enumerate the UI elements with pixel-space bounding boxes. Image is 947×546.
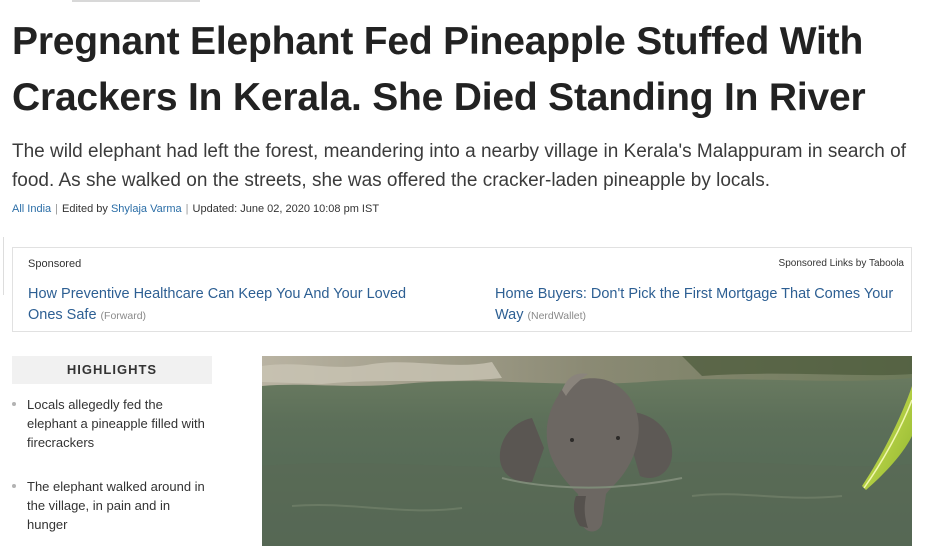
meta-separator: |: [55, 203, 58, 215]
article-photo[interactable]: [262, 356, 912, 546]
highlight-item: The elephant walked around in the villag…: [12, 477, 212, 534]
share-rail-edge: [0, 237, 4, 295]
highlight-text: The elephant walked around in the villag…: [27, 479, 205, 532]
highlight-text: Locals allegedly fed the elephant a pine…: [27, 397, 205, 450]
article-summary: The wild elephant had left the forest, m…: [12, 141, 906, 191]
elephant-in-river-image: [262, 356, 912, 546]
edited-by-label: Edited by: [62, 203, 108, 215]
editor-link[interactable]: Shylaja Varma: [111, 203, 182, 215]
highlight-item: Locals allegedly fed the elephant a pine…: [12, 395, 212, 452]
sponsored-link-title: How Preventive Healthcare Can Keep You A…: [28, 286, 407, 323]
sponsored-link[interactable]: How Preventive Healthcare Can Keep You A…: [28, 284, 438, 327]
meta-separator: |: [185, 203, 189, 215]
taboola-attribution[interactable]: Sponsored Links by Taboola: [779, 258, 904, 269]
article-meta: All India | Edited by Shylaja Varma | Update…: [12, 203, 379, 215]
bullet-icon: [12, 402, 16, 406]
section-link[interactable]: All India: [12, 203, 51, 215]
sponsored-label: Sponsored: [28, 258, 82, 270]
sponsored-link[interactable]: Home Buyers: Don't Pick the First Mortga…: [495, 284, 905, 327]
highlights-panel: HIGHLIGHTS Locals allegedly fed the elep…: [12, 356, 212, 532]
sponsored-link-source: (Forward): [100, 310, 147, 322]
highlights-heading: HIGHLIGHTS: [12, 356, 212, 384]
sponsored-link-source: (NerdWallet): [527, 310, 587, 322]
sponsored-links-box: Sponsored Sponsored Links by Taboola How…: [12, 247, 912, 332]
updated-timestamp: Updated: June 02, 2020 10:08 pm IST: [192, 203, 380, 215]
article-headline: Pregnant Elephant Fed Pineapple Stuffed …: [12, 20, 866, 119]
top-divider: [72, 0, 200, 2]
bullet-icon: [12, 484, 16, 488]
